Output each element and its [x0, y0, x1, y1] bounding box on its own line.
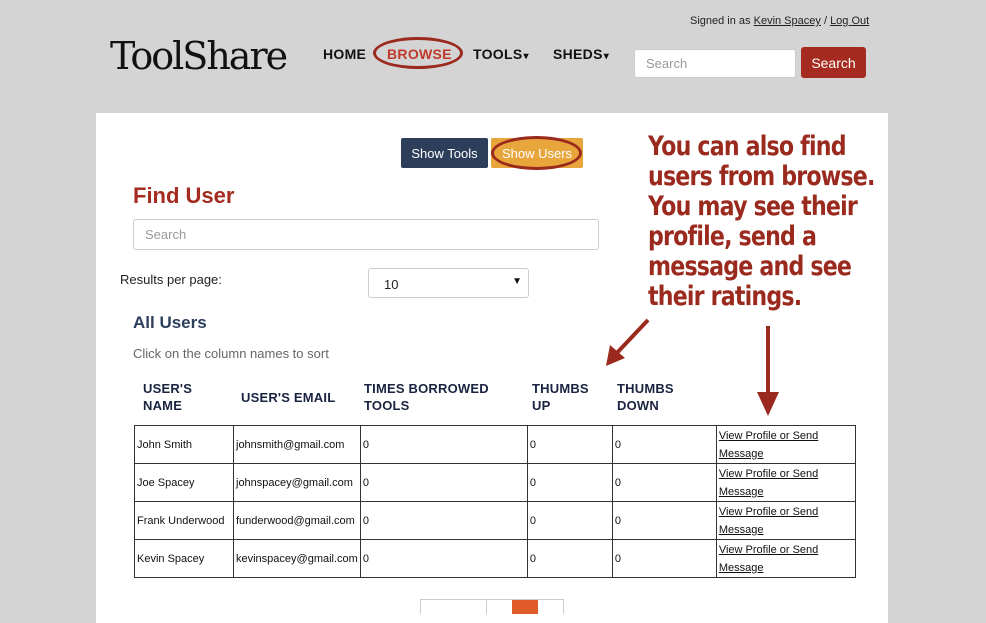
all-users-title: All Users	[133, 313, 207, 332]
view-profile-link[interactable]: View Profile or Send Message	[719, 468, 818, 498]
cell-thumbs-up: 0	[526, 501, 613, 540]
results-per-page-select[interactable]: 10 ▼	[368, 268, 529, 298]
annotation-line: You may see their	[648, 191, 858, 222]
table-row: John Smith johnsmith@gmail.com 0 0 0 Vie…	[134, 425, 856, 464]
nav-sheds-label: SHEDS	[553, 46, 603, 62]
find-user-search-input[interactable]	[133, 219, 599, 250]
view-profile-link-line2: Message	[718, 523, 764, 536]
header-search-input[interactable]	[634, 49, 796, 78]
cell-thumbs-up: 0	[526, 425, 613, 464]
cell-action: View Profile or Send Message	[715, 501, 856, 540]
user-profile-link[interactable]: Kevin Spacey	[754, 15, 821, 27]
view-profile-link-line1: View Profile or Send	[718, 505, 819, 518]
signed-in-status: Signed in as Kevin Spacey / Log Out	[690, 15, 869, 27]
annotation-line: message and see	[648, 251, 852, 282]
chevron-down-icon: ▾	[523, 51, 529, 62]
show-users-highlight-circle	[491, 136, 582, 170]
annotation-line: profile, send a	[648, 221, 817, 252]
pagination-current[interactable]	[512, 600, 538, 614]
cell-email: kevinspacey@gmail.com	[233, 539, 361, 578]
cell-action: View Profile or Send Message	[715, 539, 856, 578]
table-row: Joe Spacey johnspacey@gmail.com 0 0 0 Vi…	[134, 463, 856, 502]
cell-thumbs-down: 0	[611, 425, 717, 464]
cell-thumbs-up: 0	[526, 463, 613, 502]
column-header-borrowed[interactable]: TIMES BORROWED TOOLS	[364, 380, 504, 414]
view-profile-link[interactable]: View Profile or Send Message	[719, 430, 818, 460]
users-table: John Smith johnsmith@gmail.com 0 0 0 Vie…	[134, 425, 856, 578]
chevron-down-icon: ▾	[603, 51, 610, 62]
column-header-name[interactable]: USER'S NAME	[143, 380, 213, 414]
pagination-first[interactable]	[421, 600, 487, 614]
nav-tools-label: TOOLS	[473, 46, 523, 62]
annotation-line: their ratings.	[648, 281, 802, 312]
column-header-thumbs-up[interactable]: THUMBS UP	[532, 380, 602, 414]
annotation-line: users from browse.	[648, 161, 875, 192]
view-profile-link[interactable]: View Profile or Send Message	[719, 506, 818, 536]
logout-link[interactable]: Log Out	[830, 15, 869, 27]
nav-tools[interactable]: TOOLS▾	[473, 46, 529, 62]
browse-highlight-circle	[373, 37, 463, 69]
view-profile-link-line2: Message	[718, 561, 764, 574]
column-header-email[interactable]: USER'S EMAIL	[241, 389, 335, 406]
cell-name: Joe Spacey	[134, 463, 234, 502]
view-profile-link[interactable]: View Profile or Send Message	[719, 544, 818, 574]
table-row: Kevin Spacey kevinspacey@gmail.com 0 0 0…	[134, 539, 856, 578]
results-per-page-value: 10	[384, 277, 399, 292]
cell-thumbs-down: 0	[611, 539, 717, 578]
cell-name: John Smith	[134, 425, 234, 464]
cell-borrowed: 0	[359, 425, 528, 464]
view-profile-link-line1: View Profile or Send	[718, 467, 819, 480]
logo[interactable]: ToolShare	[110, 34, 288, 78]
header-search-button[interactable]: Search	[801, 47, 866, 78]
dropdown-arrow-icon: ▼	[512, 276, 522, 287]
view-profile-link-line1: View Profile or Send	[718, 429, 819, 442]
separator: /	[823, 15, 827, 27]
nav-sheds[interactable]: SHEDS▾	[553, 46, 609, 62]
cell-name: Frank Underwood	[134, 501, 234, 540]
cell-borrowed: 0	[359, 463, 528, 502]
cell-email: johnsmith@gmail.com	[233, 425, 361, 464]
cell-thumbs-down: 0	[611, 463, 717, 502]
view-profile-link-line1: View Profile or Send	[718, 543, 819, 556]
table-row: Frank Underwood funderwood@gmail.com 0 0…	[134, 501, 856, 540]
cell-action: View Profile or Send Message	[715, 463, 856, 502]
pagination[interactable]	[420, 599, 564, 614]
results-per-page-label: Results per page:	[120, 272, 222, 287]
annotation-text: You can also find users from browse. You…	[648, 131, 875, 312]
show-tools-button[interactable]: Show Tools	[401, 138, 488, 168]
cell-borrowed: 0	[359, 501, 528, 540]
cell-thumbs-up: 0	[526, 539, 613, 578]
sort-hint: Click on the column names to sort	[133, 346, 329, 361]
cell-email: johnspacey@gmail.com	[233, 463, 361, 502]
nav-home[interactable]: HOME	[323, 46, 366, 62]
cell-action: View Profile or Send Message	[715, 425, 856, 464]
cell-name: Kevin Spacey	[134, 539, 234, 578]
view-profile-link-line2: Message	[718, 485, 764, 498]
view-profile-link-line2: Message	[718, 447, 764, 460]
column-header-thumbs-down[interactable]: THUMBS DOWN	[617, 380, 687, 414]
cell-borrowed: 0	[359, 539, 528, 578]
cell-thumbs-down: 0	[611, 501, 717, 540]
cell-email: funderwood@gmail.com	[233, 501, 361, 540]
find-user-title: Find User	[133, 183, 235, 208]
signed-in-prefix: Signed in as	[690, 15, 751, 27]
annotation-line: You can also find	[648, 131, 847, 162]
